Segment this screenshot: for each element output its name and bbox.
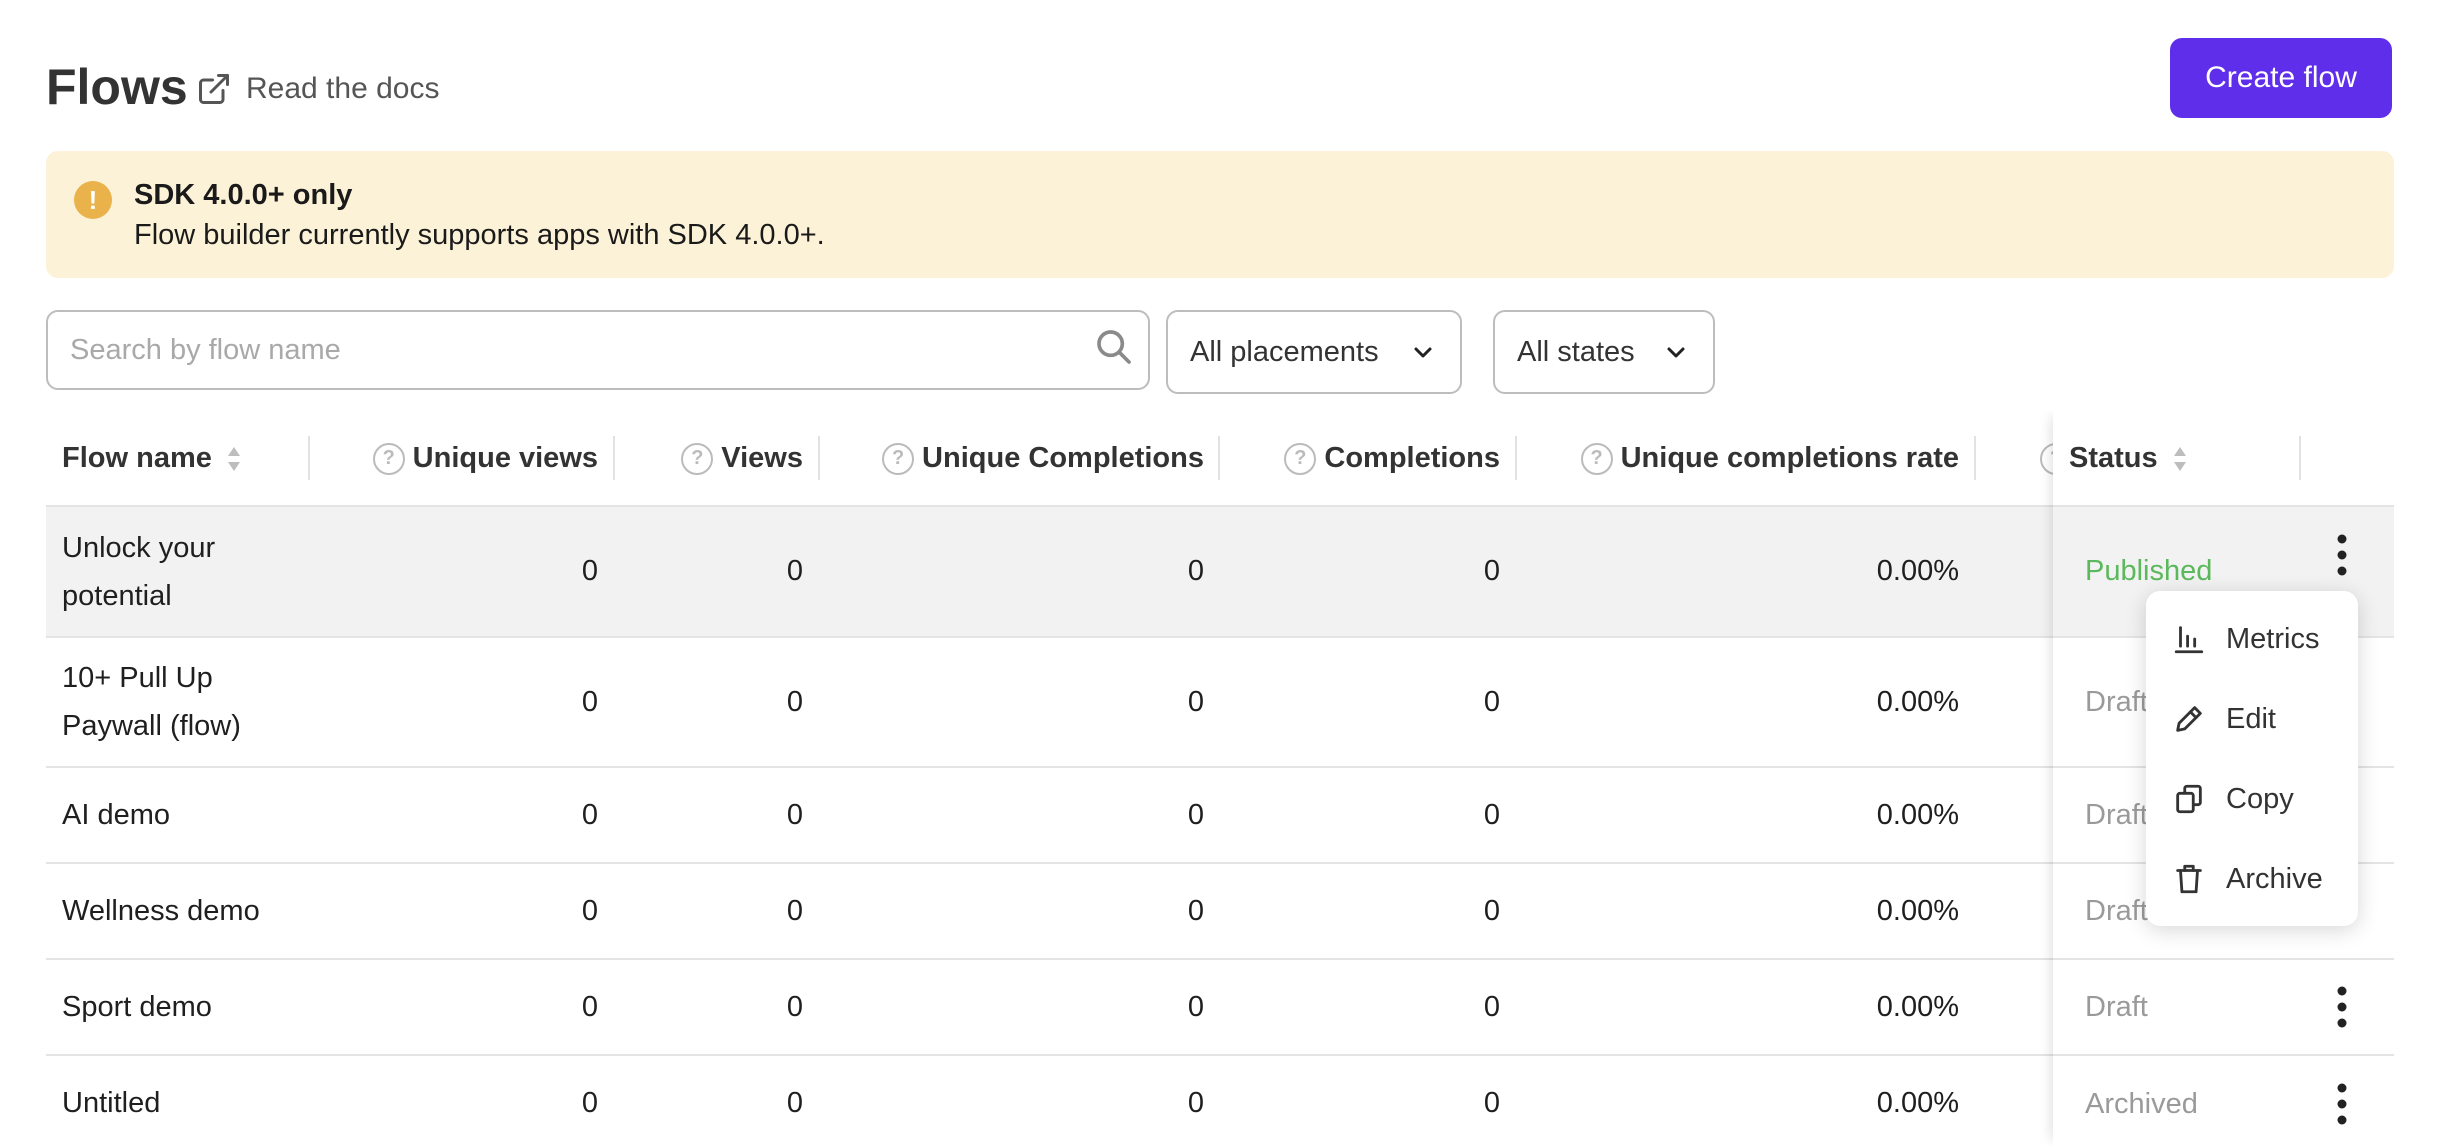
status-badge: Draft — [2085, 894, 2148, 927]
menu-item-copy[interactable]: Copy — [2146, 759, 2358, 839]
table-header: Flow name ? Unique views ? Views ? Uniqu… — [46, 410, 2394, 507]
read-docs-link[interactable]: Read the docs — [196, 71, 439, 107]
table-row[interactable]: Unlock your potential 0 0 0 0 0.00% — [46, 507, 2394, 638]
table-row[interactable]: Sport demo 0 0 0 0 0.00% — [46, 960, 2394, 1056]
banner-text: Flow builder currently supports apps wit… — [134, 219, 825, 251]
row-actions-button[interactable] — [2322, 960, 2362, 1054]
column-divider — [1974, 436, 1976, 480]
banner-title: SDK 4.0.0+ only — [134, 179, 353, 211]
unique-completions-rate-cell: 0.00% — [1876, 894, 1959, 927]
flows-table: Flow name ? Unique views ? Views ? Uniqu… — [46, 410, 2394, 1146]
status-cell-row: Draft — [2053, 960, 2394, 1056]
column-header-unique-completions-rate: ? Unique completions rate — [46, 410, 1959, 507]
create-flow-button[interactable]: Create flow — [2170, 38, 2392, 118]
pencil-icon — [2176, 706, 2202, 732]
unique-completions-rate-cell: 0.00% — [1876, 685, 1959, 718]
read-docs-label: Read the docs — [246, 72, 440, 105]
unique-completions-rate-cell: 0.00% — [1876, 798, 1959, 831]
bar-chart-icon — [2174, 626, 2204, 654]
help-icon[interactable]: ? — [1580, 442, 1613, 475]
menu-item-metrics[interactable]: Metrics — [2146, 599, 2358, 679]
table-row[interactable]: Wellness demo 0 0 0 0 0.00% — [46, 864, 2394, 960]
table-row[interactable]: Untitled 0 0 0 0 0.00% — [46, 1056, 2394, 1146]
chevron-down-icon — [1414, 347, 1432, 358]
page-header: Flows Read the docs Create flow — [46, 38, 2392, 120]
states-select-label: All states — [1517, 335, 1635, 368]
sdk-warning-banner: ! SDK 4.0.0+ only Flow builder currently… — [46, 151, 2394, 278]
menu-item-edit[interactable]: Edit — [2146, 679, 2358, 759]
page-title: Flows — [46, 59, 188, 115]
trash-icon — [2176, 864, 2202, 894]
copy-icon — [2176, 784, 2202, 814]
states-select[interactable]: All states — [1493, 310, 1715, 394]
search-input[interactable] — [70, 312, 1070, 388]
row-actions-button[interactable] — [2322, 533, 2362, 577]
row-actions-menu: Metrics Edit Copy Archive — [2146, 591, 2358, 926]
more-vertical-icon — [2337, 534, 2347, 576]
search-icon[interactable] — [1094, 327, 1134, 367]
external-link-icon — [199, 74, 229, 104]
status-cell-row: Archived — [2053, 1056, 2394, 1146]
table-row[interactable]: 10+ Pull Up Paywall (flow) 0 0 0 0 0.00% — [46, 638, 2394, 768]
more-vertical-icon — [2337, 986, 2347, 1028]
table-row[interactable]: AI demo 0 0 0 0 0.00% — [46, 768, 2394, 864]
row-actions-button[interactable] — [2322, 1056, 2362, 1146]
status-badge: Draft — [2085, 798, 2148, 831]
placements-select-label: All placements — [1190, 335, 1379, 368]
unique-completions-rate-cell: 0.00% — [1876, 990, 1959, 1023]
placements-select[interactable]: All placements — [1166, 310, 1462, 394]
search-box — [46, 310, 1150, 390]
status-badge: Archived — [2085, 1087, 2198, 1120]
menu-item-archive[interactable]: Archive — [2146, 839, 2358, 919]
column-header-status[interactable]: Status — [2069, 410, 2188, 507]
status-badge: Draft — [2085, 990, 2148, 1023]
unique-completions-rate-cell: 0.00% — [1876, 1086, 1959, 1119]
exclamation-icon: ! — [74, 181, 112, 219]
status-badge: Draft — [2085, 685, 2148, 718]
more-vertical-icon — [2337, 1083, 2347, 1125]
chevron-down-icon — [1667, 347, 1685, 358]
sort-icon[interactable] — [2172, 444, 2188, 474]
column-divider — [2299, 436, 2301, 480]
unique-completions-rate-cell: 0.00% — [1876, 555, 1959, 587]
